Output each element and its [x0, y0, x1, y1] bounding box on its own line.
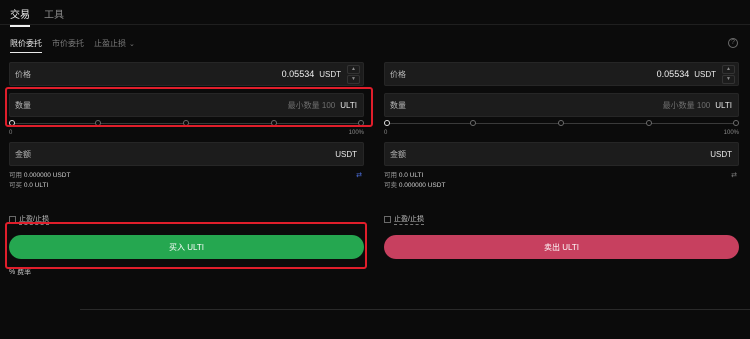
slider-handle[interactable]: [384, 120, 390, 126]
can-sell-value: 0.000000 USDT: [398, 182, 446, 189]
can-sell-row: 可卖 0.000000 USDT: [384, 181, 445, 191]
can-buy-row: 可买 0.0 ULTI: [9, 181, 70, 191]
quantity-placeholder: 最小数量 100: [662, 100, 711, 110]
slider-stop[interactable]: [183, 120, 189, 126]
sell-balance-info: 可用 0.0 ULTI 可卖 0.000000 USDT: [384, 171, 445, 191]
slider-min-label: 0: [9, 130, 13, 136]
checkbox-icon[interactable]: [384, 216, 391, 223]
tpsl-label: 止盈/止损: [19, 216, 49, 225]
quantity-label: 数量: [390, 100, 406, 110]
slider-stop[interactable]: [271, 120, 277, 126]
tab-tpsl-order[interactable]: 止盈止损 ⌄: [94, 38, 135, 53]
price-unit: USDT: [319, 69, 341, 79]
available-row: 可用 0.000000 USDT: [9, 171, 70, 181]
amount-label: 金额: [15, 149, 31, 159]
buy-percent-slider[interactable]: [9, 120, 364, 128]
slider-stop[interactable]: [646, 120, 652, 126]
info-icon[interactable]: ?: [728, 38, 738, 48]
quantity-label: 数量: [15, 100, 31, 110]
sell-button[interactable]: 卖出 ULTI: [384, 235, 739, 259]
available-value: 0.000000 USDT: [23, 172, 71, 179]
chevron-down-icon: ⌄: [129, 41, 135, 48]
price-value: 0.05534: [656, 69, 690, 79]
slider-stop[interactable]: [558, 120, 564, 126]
swap-icon[interactable]: ⇄: [731, 171, 737, 179]
checkbox-icon[interactable]: [9, 216, 16, 223]
sell-tpsl-toggle[interactable]: 止盈/止损: [384, 214, 424, 225]
slider-handle[interactable]: [9, 120, 15, 126]
available-value: 0.0 ULTI: [398, 172, 424, 179]
increment-icon[interactable]: ▲: [347, 65, 360, 74]
slider-min-label: 0: [384, 130, 388, 136]
buy-amount-field[interactable]: 金额 USDT: [9, 142, 364, 166]
slider-max-label: 100%: [348, 130, 364, 136]
sell-amount-field[interactable]: 金额 USDT: [384, 142, 739, 166]
order-type-tabs: 限价委托 市价委托 止盈止损 ⌄: [10, 38, 135, 53]
sell-percent-slider[interactable]: [384, 120, 739, 128]
divider: [0, 24, 750, 25]
buy-button[interactable]: 买入 ULTI: [9, 235, 364, 259]
sell-price-field[interactable]: 价格 0.05534 USDT ▲ ▼: [384, 62, 739, 86]
slider-stop[interactable]: [95, 120, 101, 126]
can-buy-value: 0.0 ULTI: [23, 182, 49, 189]
price-stepper[interactable]: ▲ ▼: [347, 65, 360, 84]
decrement-icon[interactable]: ▼: [347, 75, 360, 84]
price-label: 价格: [15, 69, 31, 79]
tab-limit-order[interactable]: 限价委托: [10, 38, 42, 53]
slider-stop[interactable]: [358, 120, 364, 126]
quantity-unit: ULTI: [340, 100, 357, 110]
can-sell-label: 可卖: [384, 182, 397, 189]
tpsl-label: 止盈/止损: [394, 216, 424, 225]
divider: [80, 309, 750, 310]
quantity-unit: ULTI: [715, 100, 732, 110]
tab-market-order[interactable]: 市价委托: [52, 38, 84, 53]
amount-unit: USDT: [335, 149, 357, 159]
tab-tpsl-label: 止盈止损: [94, 39, 126, 48]
buy-price-field[interactable]: 价格 0.05534 USDT ▲ ▼: [9, 62, 364, 86]
decrement-icon[interactable]: ▼: [722, 75, 735, 84]
available-label: 可用: [9, 172, 22, 179]
swap-icon[interactable]: ⇄: [356, 171, 362, 179]
price-value: 0.05534: [281, 69, 315, 79]
can-buy-label: 可买: [9, 182, 22, 189]
slider-stop[interactable]: [470, 120, 476, 126]
buy-quantity-field[interactable]: 数量 最小数量 100 ULTI: [9, 93, 364, 117]
price-label: 价格: [390, 69, 406, 79]
slider-max-label: 100%: [723, 130, 739, 136]
fee-rate-link[interactable]: % 费率: [9, 267, 31, 277]
quantity-placeholder: 最小数量 100: [287, 100, 336, 110]
slider-stop[interactable]: [733, 120, 739, 126]
amount-label: 金额: [390, 149, 406, 159]
buy-tpsl-toggle[interactable]: 止盈/止损: [9, 214, 49, 225]
increment-icon[interactable]: ▲: [722, 65, 735, 74]
available-row: 可用 0.0 ULTI: [384, 171, 445, 181]
buy-balance-info: 可用 0.000000 USDT 可买 0.0 ULTI: [9, 171, 70, 191]
available-label: 可用: [384, 172, 397, 179]
price-stepper[interactable]: ▲ ▼: [722, 65, 735, 84]
amount-unit: USDT: [710, 149, 732, 159]
price-unit: USDT: [694, 69, 716, 79]
sell-quantity-field[interactable]: 数量 最小数量 100 ULTI: [384, 93, 739, 117]
